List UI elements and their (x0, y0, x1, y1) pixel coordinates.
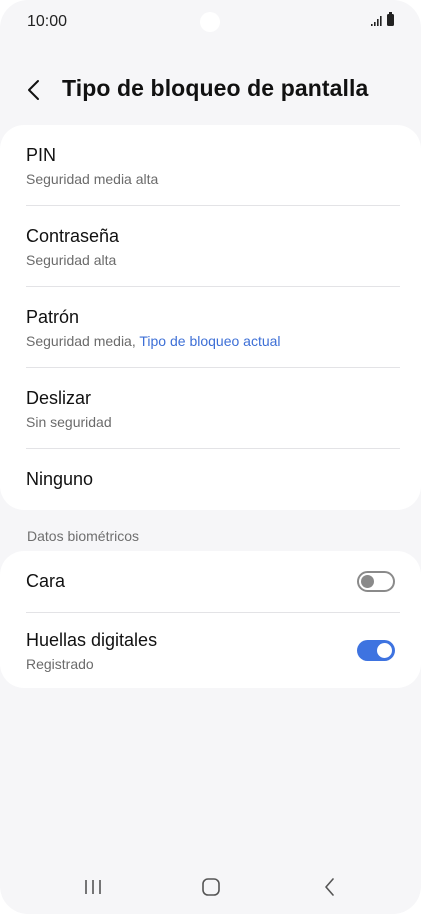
biometric-subtitle: Registrado (26, 656, 94, 672)
signal-icon (371, 16, 382, 26)
status-time: 10:00 (27, 13, 68, 30)
page-title: Tipo de bloqueo de pantalla (62, 75, 369, 101)
biometrics-card: Cara Huellas digitales Registrado (0, 551, 421, 688)
nav-back-button[interactable] (310, 872, 350, 902)
option-title: Ninguno (26, 469, 94, 489)
back-button[interactable] (20, 74, 50, 106)
option-pin[interactable]: PIN Seguridad media alta (0, 125, 421, 206)
status-bar: 10:00 (0, 0, 421, 46)
toggle-knob (377, 643, 392, 658)
home-icon (202, 878, 220, 896)
option-subtitle: Seguridad media alta (26, 171, 159, 187)
option-title: Patrón (26, 307, 80, 327)
biometric-face[interactable]: Cara (0, 551, 421, 613)
chevron-left-icon (28, 80, 39, 100)
option-subtitle: Seguridad media, Tipo de bloqueo actual (26, 333, 281, 349)
lock-options-card: PIN Seguridad media alta Contraseña Segu… (0, 125, 421, 510)
recents-icon (85, 880, 101, 894)
fingerprint-toggle[interactable] (357, 640, 395, 661)
toggle-knob (361, 575, 374, 588)
recents-button[interactable] (73, 872, 113, 902)
biometric-title: Cara (26, 571, 66, 591)
header: Tipo de bloqueo de pantalla (0, 68, 421, 112)
option-title: PIN (26, 145, 57, 165)
navigation-bar (0, 858, 421, 914)
option-subtitle: Sin seguridad (26, 414, 112, 430)
status-icons (371, 12, 394, 26)
back-icon (325, 878, 334, 896)
biometric-fingerprint[interactable]: Huellas digitales Registrado (0, 613, 421, 688)
biometric-title: Huellas digitales (26, 630, 158, 650)
current-lock-label: Tipo de bloqueo actual (139, 333, 281, 349)
option-subtitle: Seguridad alta (26, 252, 117, 268)
camera-cutout (200, 12, 220, 32)
option-pattern[interactable]: Patrón Seguridad media, Tipo de bloqueo … (0, 287, 421, 368)
battery-icon (387, 12, 394, 26)
phone-screen: 10:00 Tipo de bloqueo de pantalla PIN Se… (0, 0, 421, 914)
option-swipe[interactable]: Deslizar Sin seguridad (0, 368, 421, 449)
face-toggle[interactable] (357, 571, 395, 592)
option-subtitle-text: Seguridad media, (26, 333, 140, 349)
section-label-biometrics: Datos biométricos (27, 528, 140, 544)
home-button[interactable] (191, 872, 231, 902)
option-title: Deslizar (26, 388, 92, 408)
option-none[interactable]: Ninguno (0, 449, 421, 510)
option-title: Contraseña (26, 226, 120, 246)
option-password[interactable]: Contraseña Seguridad alta (0, 206, 421, 287)
